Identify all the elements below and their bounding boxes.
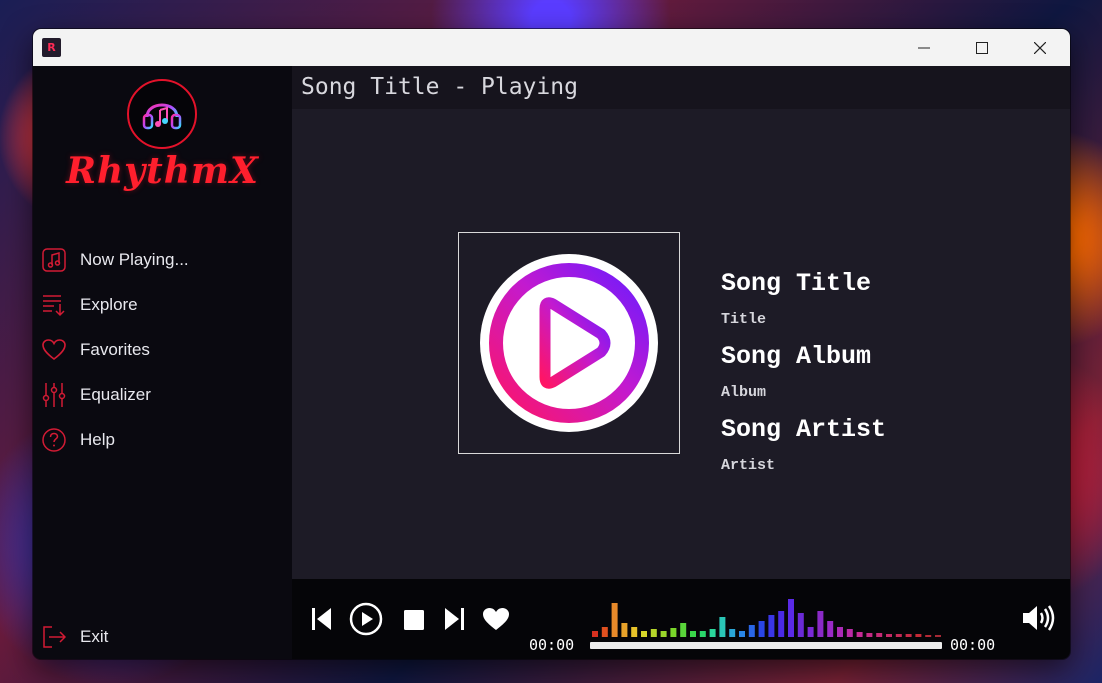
- visualizer-bar: [621, 623, 628, 637]
- minimize-button[interactable]: [895, 29, 953, 66]
- visualizer-bar: [846, 629, 853, 637]
- favorite-heart-icon: [483, 608, 509, 630]
- visualizer-bar: [866, 633, 873, 637]
- total-time: 00:00: [950, 636, 996, 654]
- visualizer-bar: [876, 633, 883, 637]
- visualizer-bar: [925, 635, 932, 637]
- song-title-value: Title: [721, 311, 767, 328]
- visualizer-bar: [650, 629, 657, 637]
- elapsed-time: 00:00: [529, 636, 575, 654]
- next-icon: [445, 608, 464, 630]
- visualizer-bar: [856, 632, 863, 637]
- close-icon: [1034, 41, 1046, 54]
- visualizer-bar: [768, 615, 775, 637]
- logo-emblem: [127, 79, 197, 149]
- visualizer-bar: [660, 631, 667, 637]
- title-bar: R: [33, 29, 1070, 67]
- equalizer-icon: [41, 382, 67, 408]
- volume-button[interactable]: [1020, 603, 1056, 633]
- visualizer-bar: [690, 631, 696, 637]
- visualizer-bar: [739, 631, 745, 637]
- play-icon: [349, 602, 383, 636]
- exit-icon: [41, 624, 67, 650]
- song-album-value: Album: [721, 384, 767, 401]
- visualizer-bar: [758, 621, 765, 637]
- visualizer-bar: [797, 613, 804, 637]
- visualizer-bar: [905, 634, 912, 637]
- exit-label: Exit: [80, 627, 109, 646]
- headphones-logo-icon: [142, 103, 182, 130]
- audio-visualizer: [592, 599, 941, 637]
- visualizer-bar: [631, 627, 638, 637]
- close-button[interactable]: [1011, 29, 1069, 66]
- volume-icon: [1023, 605, 1055, 631]
- next-button[interactable]: [442, 607, 466, 631]
- visualizer-bar: [641, 631, 647, 637]
- visualizer-bar: [817, 611, 824, 637]
- main-panel: Song Title - Playing Song Title Title So…: [292, 66, 1070, 659]
- visualizer-bar: [670, 628, 677, 637]
- visualizer-bar: [788, 599, 794, 637]
- visualizer-bar: [719, 617, 726, 637]
- sidebar-item-label: Equalizer: [80, 385, 151, 404]
- app-icon: R: [42, 38, 61, 57]
- sidebar-item-label: Help: [80, 430, 115, 449]
- visualizer-bar: [709, 629, 716, 637]
- visualizer-bar: [601, 627, 608, 637]
- album-art: [458, 232, 680, 454]
- minimize-icon: [918, 47, 930, 48]
- exit-button[interactable]: Exit: [41, 621, 281, 653]
- visualizer-bar: [778, 611, 785, 637]
- visualizer-bar: [837, 627, 843, 637]
- sidebar-item-now-playing[interactable]: Now Playing...: [41, 244, 281, 276]
- sidebar-item-label: Now Playing...: [80, 250, 189, 269]
- visualizer-bar: [935, 635, 941, 637]
- music-note-icon: [41, 247, 67, 273]
- player-bar: 00:00 00:00: [292, 579, 1070, 659]
- visualizer-bar: [827, 621, 834, 637]
- visualizer-bar: [611, 603, 618, 637]
- sidebar-item-explore[interactable]: Explore: [41, 289, 281, 321]
- header-bar: Song Title - Playing: [292, 66, 1070, 109]
- sidebar: RhythmX Now Playing... Explore Favorites…: [33, 66, 292, 659]
- page-title: Song Title - Playing: [301, 74, 578, 100]
- app-logo-text: RhythmX: [66, 150, 259, 192]
- visualizer-bar: [680, 623, 687, 637]
- help-icon: [41, 427, 67, 453]
- song-album-heading: Song Album: [721, 342, 872, 371]
- sidebar-item-help[interactable]: Help: [41, 424, 281, 456]
- maximize-button[interactable]: [953, 29, 1011, 66]
- seek-bar[interactable]: [590, 642, 942, 649]
- sidebar-item-label: Favorites: [80, 340, 150, 359]
- visualizer-bar: [699, 631, 706, 637]
- sidebar-item-favorites[interactable]: Favorites: [41, 334, 281, 366]
- stop-button[interactable]: [402, 608, 426, 632]
- favorite-button[interactable]: [482, 606, 510, 632]
- previous-button[interactable]: [310, 607, 334, 631]
- visualizer-bar: [895, 634, 902, 637]
- visualizer-bar: [915, 634, 922, 637]
- visualizer-bar: [729, 629, 736, 637]
- sidebar-item-equalizer[interactable]: Equalizer: [41, 379, 281, 411]
- play-button[interactable]: [349, 602, 383, 636]
- stop-icon: [404, 610, 424, 630]
- maximize-icon: [976, 41, 988, 54]
- visualizer-bar: [886, 634, 892, 637]
- song-title-heading: Song Title: [721, 269, 872, 298]
- app-window: R RhythmX Now Playing... Explore Favorit…: [33, 29, 1070, 659]
- visualizer-bar: [592, 631, 598, 637]
- sidebar-item-label: Explore: [80, 295, 138, 314]
- playlist-icon: [41, 292, 67, 318]
- song-artist-value: Artist: [721, 457, 776, 474]
- play-logo-icon: [480, 254, 658, 432]
- heart-icon: [41, 337, 67, 363]
- visualizer-bar: [748, 625, 755, 637]
- previous-icon: [312, 608, 331, 630]
- visualizer-bar: [807, 627, 814, 637]
- song-artist-heading: Song Artist: [721, 415, 887, 444]
